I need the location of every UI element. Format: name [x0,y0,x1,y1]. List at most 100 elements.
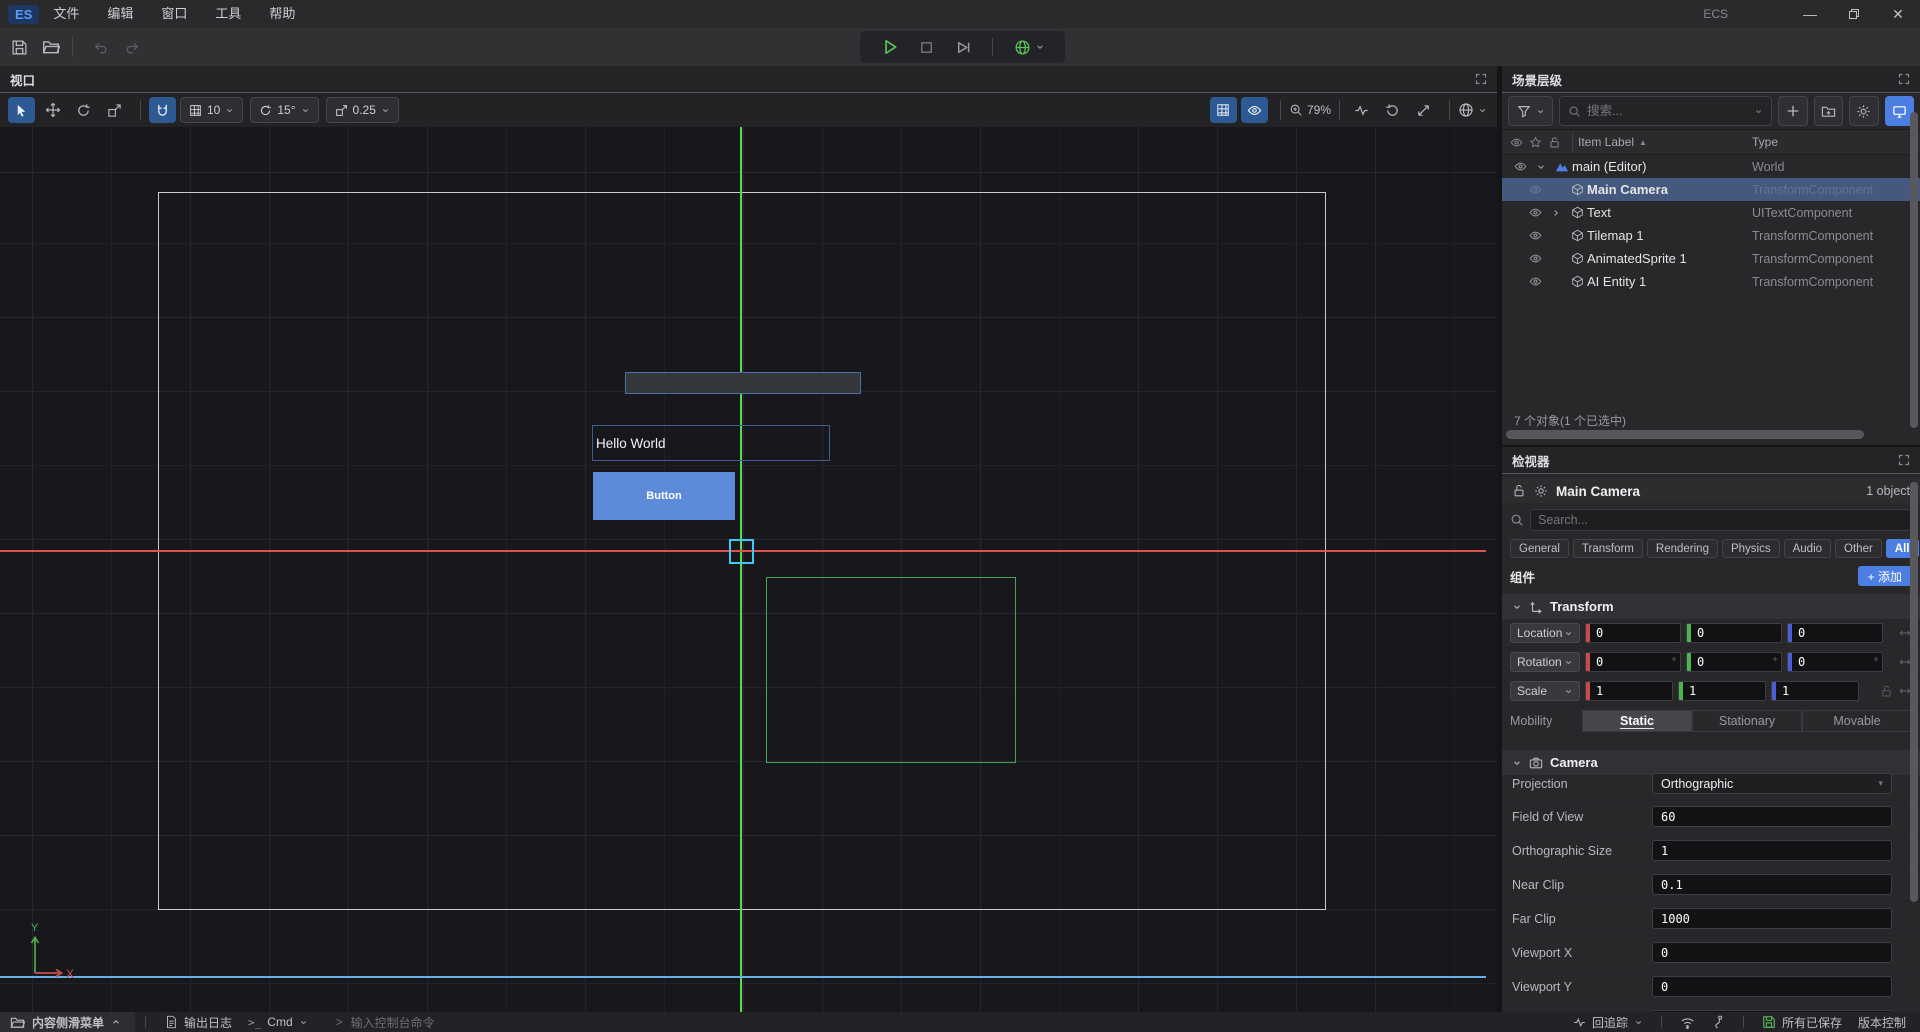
location-x-field[interactable] [1585,623,1681,643]
rotation-x-input[interactable] [1590,655,1680,669]
hierarchy-row-text[interactable]: Text UITextComponent [1502,201,1920,224]
rotation-y-input[interactable] [1691,655,1781,669]
tab-general[interactable]: General [1510,539,1569,558]
rotation-x-field[interactable]: ° [1585,652,1681,672]
hierarchy-search-box[interactable] [1559,96,1772,126]
tab-audio[interactable]: Audio [1784,539,1831,558]
redo-button[interactable] [119,34,145,60]
viewport-x-input[interactable] [1653,946,1891,960]
near-clip-input[interactable] [1653,878,1891,892]
near-clip-field[interactable] [1652,874,1892,895]
snap-toggle-button[interactable] [149,97,176,123]
console-command-input[interactable]: > 输入控制台命令 [336,1014,435,1031]
location-z-input[interactable] [1792,626,1882,640]
content-drawer-button[interactable]: 内容侧滑菜单 [0,1012,135,1032]
location-y-field[interactable] [1686,623,1782,643]
save-button[interactable] [6,34,32,60]
gear-icon[interactable] [1534,484,1548,498]
open-button[interactable] [38,34,64,60]
reset-view-button[interactable] [1379,97,1406,123]
grid-toggle-button[interactable] [1210,97,1237,123]
orthographic-size-field[interactable] [1652,840,1892,861]
hierarchy-row-animatedsprite[interactable]: AnimatedSprite 1 TransformComponent [1502,247,1920,270]
tab-rendering[interactable]: Rendering [1647,539,1718,558]
scale-y-field[interactable] [1678,681,1766,701]
hierarchy-table-header[interactable]: Item Label ▲ Type [1502,129,1920,155]
visibility-eye-icon[interactable] [1525,206,1545,219]
scene-green-region[interactable] [766,577,1016,763]
viewport-x-field[interactable] [1652,942,1892,963]
hierarchy-settings-button[interactable] [1849,96,1878,126]
move-tool-button[interactable] [39,97,66,123]
visibility-eye-icon[interactable] [1510,160,1530,173]
stats-button[interactable] [1348,97,1375,123]
close-button[interactable]: ✕ [1876,0,1920,28]
scene-text-element[interactable]: Hello World [592,425,830,461]
scale-x-input[interactable] [1590,684,1672,698]
hierarchy-vertical-scrollbar[interactable] [1910,112,1918,428]
visibility-eye-icon[interactable] [1525,252,1545,265]
visibility-toggle-button[interactable] [1241,97,1268,123]
minimize-button[interactable]: — [1788,0,1832,28]
field-of-view-input[interactable] [1653,810,1891,824]
row-label[interactable]: AI Entity 1 [1587,274,1646,289]
zoom-control[interactable]: 79% [1289,103,1331,117]
version-control-button[interactable]: 版本控制 [1858,1014,1906,1031]
step-button[interactable] [955,39,972,56]
hierarchy-expand-button[interactable] [1898,73,1910,85]
hierarchy-row-tilemap[interactable]: Tilemap 1 TransformComponent [1502,224,1920,247]
selected-ui-bar[interactable] [625,372,861,394]
mobility-static[interactable]: Static [1582,710,1692,732]
visibility-eye-icon[interactable] [1525,229,1545,242]
rotation-dropdown[interactable]: Rotation [1510,652,1580,672]
rotate-snap-dropdown[interactable]: 15° [250,97,318,123]
location-y-input[interactable] [1691,626,1781,640]
location-z-field[interactable] [1787,623,1883,643]
scene-canvas[interactable]: Hello World Button Y X [0,127,1497,1012]
grid-snap-dropdown[interactable]: 10 [180,97,243,123]
inspector-expand-button[interactable] [1898,454,1910,466]
menu-window[interactable]: 窗口 [147,0,201,28]
menu-file[interactable]: 文件 [39,0,93,28]
select-tool-button[interactable] [8,97,35,123]
field-of-view-field[interactable] [1652,806,1892,827]
scale-snap-dropdown[interactable]: 0.25 [326,97,399,123]
scale-z-input[interactable] [1776,684,1858,698]
lock-open-icon[interactable] [1512,484,1526,498]
tab-physics[interactable]: Physics [1722,539,1780,558]
add-folder-button[interactable] [1814,96,1843,126]
viewport-expand-button[interactable] [1475,73,1487,85]
origin-marker[interactable] [729,539,754,564]
app-logo[interactable]: ES [8,5,39,24]
view-mode-dropdown[interactable] [1458,102,1487,118]
rotate-tool-button[interactable] [70,97,97,123]
network-status-icon[interactable] [1680,1015,1695,1030]
viewport-y-field[interactable] [1652,976,1892,997]
column-type[interactable]: Type [1752,135,1778,149]
scale-dropdown[interactable]: Scale [1510,681,1580,701]
mobility-stationary[interactable]: Stationary [1692,710,1802,732]
hierarchy-row-ai-entity[interactable]: AI Entity 1 TransformComponent [1502,270,1920,293]
inspector-search-input[interactable] [1538,513,1904,527]
expand-toggle-icon[interactable] [1545,208,1567,218]
location-dropdown[interactable]: Location [1510,623,1580,643]
rotation-z-field[interactable]: ° [1787,652,1883,672]
restore-button[interactable] [1832,0,1876,28]
add-entity-button[interactable] [1778,96,1807,126]
scale-tool-button[interactable] [101,97,128,123]
transform-section-header[interactable]: Transform [1502,594,1920,619]
collapse-toggle-icon[interactable] [1530,162,1552,172]
row-label[interactable]: main (Editor) [1572,159,1646,174]
viewport-y-input[interactable] [1653,980,1891,994]
rotation-y-field[interactable]: ° [1686,652,1782,672]
trace-dropdown[interactable]: 回追踪 [1573,1014,1643,1031]
visibility-eye-icon[interactable] [1525,275,1545,288]
output-log-button[interactable]: 输出日志 [164,1014,232,1031]
row-label[interactable]: Tilemap 1 [1587,228,1644,243]
play-button[interactable] [881,38,899,56]
stop-button[interactable] [919,40,934,55]
run-mode-dropdown[interactable] [1014,39,1045,56]
menu-help[interactable]: 帮助 [255,0,309,28]
projection-select[interactable]: Orthographic ▾ [1652,773,1892,794]
add-component-button[interactable]: + 添加 [1858,566,1912,586]
